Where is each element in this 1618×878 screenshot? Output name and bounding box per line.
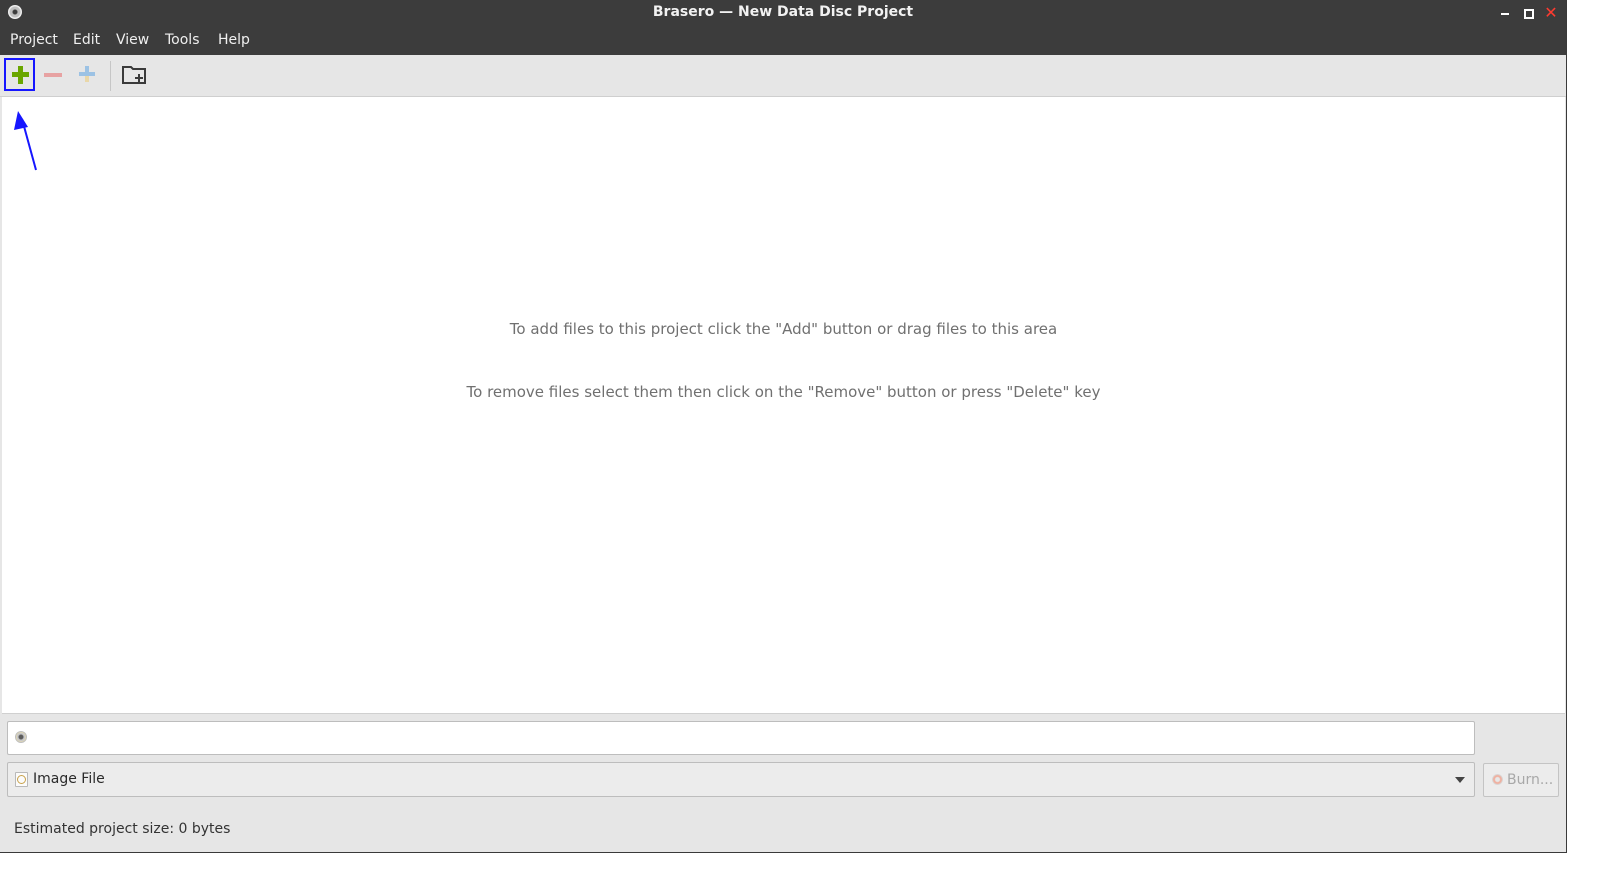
image-file-icon bbox=[15, 772, 28, 787]
add-files-button[interactable] bbox=[4, 58, 35, 91]
menu-bar: Project Edit View Tools Help bbox=[0, 26, 1566, 55]
remove-files-hint: To remove files select them then click o… bbox=[466, 383, 1101, 401]
burn-disc-icon bbox=[1492, 774, 1503, 785]
maximize-icon bbox=[1524, 9, 1534, 19]
remove-files-button[interactable] bbox=[38, 58, 70, 92]
close-icon: ✕ bbox=[1544, 3, 1558, 22]
brasero-window: Brasero — New Data Disc Project ✕ Projec… bbox=[0, 0, 1567, 853]
title-bar: Brasero — New Data Disc Project ✕ bbox=[0, 0, 1566, 26]
burn-button[interactable]: Burn... bbox=[1483, 763, 1559, 797]
menu-help[interactable]: Help bbox=[218, 32, 250, 48]
disc-selector-value: Image File bbox=[33, 771, 105, 787]
new-folder-icon bbox=[122, 66, 146, 84]
menu-tools[interactable]: Tools bbox=[165, 32, 200, 48]
menu-view[interactable]: View bbox=[116, 32, 149, 48]
disc-search-icon bbox=[15, 731, 27, 743]
add-files-hint: To add files to this project click the "… bbox=[509, 320, 1058, 338]
burn-button-label: Burn... bbox=[1507, 772, 1554, 788]
project-size-status: Estimated project size: 0 bytes bbox=[14, 821, 231, 837]
chevron-down-icon bbox=[1455, 777, 1465, 783]
annotation-arrow-icon bbox=[14, 111, 37, 171]
file-drop-area[interactable]: To add files to this project click the "… bbox=[2, 97, 1565, 714]
minimize-button[interactable] bbox=[1494, 2, 1516, 24]
remove-icon bbox=[44, 73, 62, 77]
split-button[interactable] bbox=[72, 58, 104, 92]
window-title: Brasero — New Data Disc Project bbox=[652, 4, 914, 20]
minimize-icon bbox=[1501, 13, 1509, 15]
menu-edit[interactable]: Edit bbox=[73, 32, 100, 48]
maximize-button[interactable] bbox=[1517, 2, 1539, 24]
disc-selector[interactable]: Image File bbox=[7, 762, 1475, 797]
toolbar-separator bbox=[110, 61, 111, 91]
filter-input[interactable] bbox=[7, 721, 1475, 755]
close-button[interactable]: ✕ bbox=[1540, 2, 1562, 24]
toolbar bbox=[0, 55, 1566, 97]
new-folder-button[interactable] bbox=[122, 64, 148, 90]
menu-project[interactable]: Project bbox=[10, 32, 58, 48]
